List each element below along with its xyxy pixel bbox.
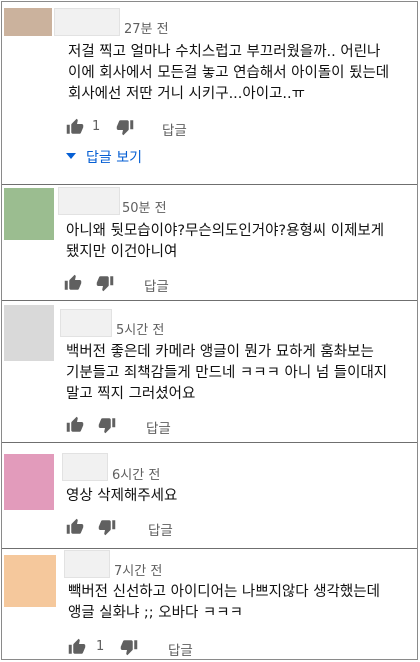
thumbs-down-icon[interactable] [120,638,138,656]
comment-actions: 답글 [66,518,266,539]
author-name-redacted[interactable] [58,187,120,215]
divider [2,184,417,185]
avatar[interactable] [4,454,54,510]
avatar[interactable] [4,555,56,607]
view-replies-label: 답글 보기 [86,150,142,166]
comment-time: 6시간 전 [112,468,161,483]
thumbs-down-icon[interactable] [96,274,114,292]
thumbs-up-icon[interactable] [66,518,84,536]
comment-text-line: 말고 찍지 그러셨어요 [66,386,196,402]
comment-text-line: 영상 삭제해주세요 [66,488,178,504]
like-count: 1 [96,639,105,654]
comment-text-line: 회사에선 저딴 거니 시키구...아이고..ㅠ [68,86,305,102]
comment-text-line: 빽버전 신선하고 아이디어는 나쁘지않다 생각했는데 [68,584,380,600]
comments-panel: 27분 전 저걸 찍고 얼마나 수치스럽고 부끄러웠을까.. 어린나 이에 회사… [1,1,418,660]
caret-down-icon [66,153,76,159]
thumbs-down-icon[interactable] [98,416,116,434]
reply-button[interactable]: 답글 [144,275,169,295]
avatar[interactable] [4,305,54,361]
avatar[interactable] [4,188,54,240]
reply-button[interactable]: 답글 [146,417,171,437]
divider [2,442,417,443]
reply-button[interactable]: 답글 [168,639,193,659]
comment-time: 50분 전 [122,201,167,216]
divider [2,300,417,301]
reply-button[interactable]: 답글 [162,119,187,139]
author-name-redacted[interactable] [62,453,108,481]
comment-text-line: 기분들고 죄책감들게 만드네 ㅋㅋㅋ 아니 넘 들이대지 [66,365,388,381]
comment-text-line: 백버전 좋은데 카메라 앵글이 뭔가 묘하게 훔촤보는 [66,344,374,360]
comment-actions: 답글 [66,416,266,437]
thumbs-up-icon[interactable] [66,416,84,434]
thumbs-up-icon[interactable] [68,638,86,656]
comment-text-line: 아니왜 뒷모습이야?무슨의도인거야?용형씨 이제보게 [66,223,385,239]
thumbs-down-icon[interactable] [116,118,134,136]
comment-text-line: 이에 회사에서 모든걸 놓고 연습해서 아이돌이 됬는데 [68,65,390,81]
thumbs-down-icon[interactable] [98,518,116,536]
comment-text-line: 됐지만 이건아니여 [66,244,178,260]
divider [2,548,417,549]
author-name-redacted[interactable] [54,8,120,36]
comment-actions: 1 답글 [66,118,266,139]
like-count: 1 [92,119,101,134]
comment-actions: 답글 [64,274,264,295]
comment-text-line: 앵글 실화냐 ;; 오바다 ㅋㅋㅋ [68,605,243,621]
comment-time: 7시간 전 [114,564,163,579]
comment-text-line: 저걸 찍고 얼마나 수치스럽고 부끄러웠을까.. 어린나 [68,44,381,60]
reply-button[interactable]: 답글 [148,519,173,539]
author-name-redacted[interactable] [64,550,110,578]
comment-time: 5시간 전 [116,323,165,338]
comment-time: 27분 전 [124,22,169,37]
comment-actions: 1 답글 [68,638,268,659]
view-replies-button[interactable]: 답글 보기 [66,147,142,167]
thumbs-up-icon[interactable] [64,274,82,292]
thumbs-up-icon[interactable] [66,118,84,136]
author-name-redacted[interactable] [60,309,112,337]
avatar[interactable] [4,8,52,36]
